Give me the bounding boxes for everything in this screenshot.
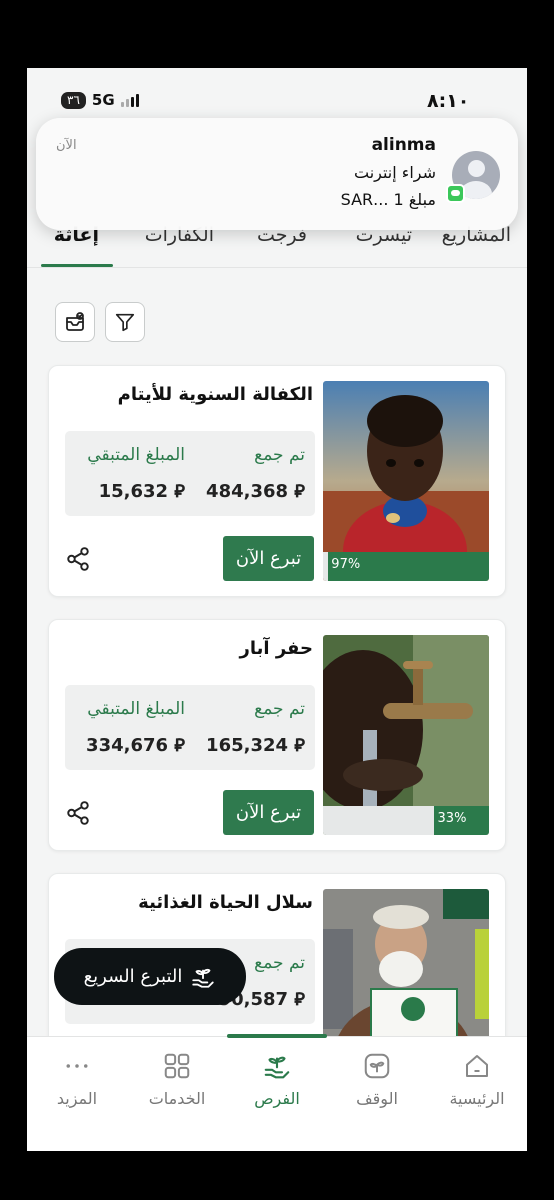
remaining-label: المبلغ المتبقي	[87, 699, 185, 719]
push-notification[interactable]: alinma الآن شراء إنترنت مبلغ 1 ...SAR	[36, 118, 518, 230]
project-image: 33%	[323, 635, 489, 835]
bottom-navigation: الرئيسية الوقف الفرص الخدمات المزيد	[27, 1034, 527, 1151]
status-time: ٨:١٠	[427, 90, 470, 112]
nav-more[interactable]: المزيد	[27, 1051, 127, 1108]
nav-label: الرئيسية	[449, 1089, 505, 1108]
progress-percent: 33%	[437, 811, 467, 826]
app-screen: ٣٦ 5G ٨:١٠ المشاريع تيسرت فرجت الكفارات …	[27, 68, 527, 1151]
more-icon	[66, 1064, 88, 1068]
network-label: 5G	[91, 91, 115, 109]
collected-label: تم جمع	[254, 953, 305, 973]
active-nav-indicator	[227, 1034, 327, 1038]
donate-now-button[interactable]: تبرع الآن	[223, 536, 314, 581]
battery-indicator: ٣٦	[61, 91, 86, 109]
quick-donate-label: التبرع السريع	[83, 966, 183, 987]
project-stats: تم جمع المبلغ المتبقي 165,324 ⃁ 334,676 …	[65, 685, 315, 770]
collected-label: تم جمع	[254, 699, 305, 719]
progress-bar: 33%	[323, 806, 489, 835]
share-icon[interactable]	[65, 800, 91, 826]
services-icon	[164, 1053, 190, 1079]
share-icon[interactable]	[65, 546, 91, 572]
donate-now-button[interactable]: تبرع الآن	[223, 790, 314, 835]
collected-amount: 484,368 ⃁	[206, 481, 305, 502]
remaining-amount: 334,676 ⃁	[86, 735, 185, 756]
project-card[interactable]: 97% الكفالة السنوية للأيتام تم جمع المبل…	[48, 365, 506, 597]
project-title: سلال الحياة الغذائية	[138, 892, 313, 913]
nav-home[interactable]: الرئيسية	[427, 1051, 527, 1108]
notification-sender: alinma	[371, 135, 436, 155]
home-icon	[466, 1055, 488, 1077]
status-indicators: ٣٦ 5G	[61, 91, 139, 109]
nav-label: الخدمات	[148, 1089, 206, 1108]
signal-icon	[120, 93, 139, 107]
project-card[interactable]: 33% حفر آبار تم جمع المبلغ المتبقي 165,3…	[48, 619, 506, 851]
hand-plant-icon	[192, 968, 215, 988]
remaining-amount: 15,632 ⃁	[98, 481, 185, 502]
collected-label: تم جمع	[254, 445, 305, 465]
collected-amount: 165,324 ⃁	[206, 735, 305, 756]
project-image: 97%	[323, 381, 489, 581]
nav-opportunities[interactable]: الفرص	[227, 1051, 327, 1108]
nav-label: الوقف	[356, 1089, 398, 1108]
nav-label: الفرص	[254, 1089, 300, 1108]
opportunities-icon	[264, 1056, 290, 1079]
notification-time: الآن	[56, 138, 77, 153]
nav-waqf[interactable]: الوقف	[327, 1051, 427, 1108]
quick-donate-button[interactable]: التبرع السريع	[54, 948, 246, 1005]
notification-line-1: شراء إنترنت	[353, 163, 436, 182]
project-title: حفر آبار	[239, 638, 313, 659]
notification-line-2: مبلغ 1 ...SAR	[340, 190, 436, 209]
status-bar: ٣٦ 5G ٨:١٠	[27, 68, 527, 124]
project-title: الكفالة السنوية للأيتام	[117, 384, 313, 405]
nav-services[interactable]: الخدمات	[127, 1051, 227, 1108]
sort-icon	[66, 312, 84, 331]
nav-label: المزيد	[56, 1089, 98, 1108]
progress-percent: 97%	[331, 557, 361, 572]
active-tab-indicator	[41, 264, 113, 267]
messages-app-icon	[446, 184, 465, 203]
filter-button[interactable]	[105, 302, 145, 342]
waqf-icon	[364, 1053, 390, 1079]
project-stats: تم جمع المبلغ المتبقي 484,368 ⃁ 15,632 ⃁	[65, 431, 315, 516]
filter-icon	[115, 313, 135, 332]
remaining-label: المبلغ المتبقي	[87, 445, 185, 465]
sort-button[interactable]	[55, 302, 95, 342]
list-tools	[55, 302, 145, 342]
progress-bar: 97%	[323, 552, 489, 581]
